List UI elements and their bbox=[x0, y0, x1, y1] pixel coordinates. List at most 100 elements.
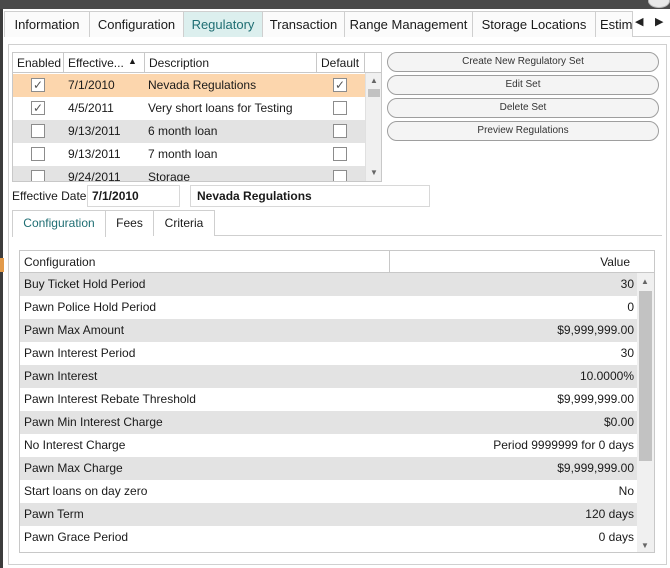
config-name: Pawn Min Interest Charge bbox=[24, 415, 163, 429]
main-tab-bar: Information Configuration Regulatory Tra… bbox=[4, 11, 670, 37]
effective-date-cell: 9/13/2011 bbox=[68, 147, 121, 161]
column-header-enabled[interactable]: Enabled bbox=[13, 53, 64, 73]
scroll-down-icon[interactable]: ▼ bbox=[641, 541, 649, 550]
configuration-grid: Configuration Value Buy Ticket Hold Peri… bbox=[19, 250, 655, 553]
enabled-checkbox[interactable]: ✓ bbox=[31, 101, 45, 115]
table-row[interactable]: Pawn Interest Rebate Threshold $9,999,999… bbox=[20, 388, 637, 411]
table-row[interactable]: Pawn Interest 10.0000% bbox=[20, 365, 637, 388]
table-row[interactable]: Buy Ticket Hold Period 30 bbox=[20, 273, 637, 296]
sets-grid-scrollbar[interactable]: ▲ ▼ bbox=[365, 73, 381, 181]
window-title-bar bbox=[0, 0, 670, 9]
description-cell: 7 month loan bbox=[148, 147, 218, 161]
config-value: No bbox=[618, 484, 634, 498]
scrollbar-thumb[interactable] bbox=[639, 291, 652, 461]
table-row[interactable]: Start loans on day zero No bbox=[20, 480, 637, 503]
default-checkbox[interactable] bbox=[333, 124, 347, 138]
table-row[interactable]: 9/13/2011 6 month loan bbox=[13, 120, 365, 143]
tab-estimate[interactable]: Estim bbox=[595, 11, 633, 37]
regulation-description-field[interactable]: Nevada Regulations bbox=[190, 185, 430, 207]
column-header-configuration[interactable]: Configuration bbox=[20, 251, 390, 273]
scrollbar-thumb[interactable] bbox=[368, 89, 380, 97]
configuration-grid-scrollbar[interactable]: ▲ ▼ bbox=[637, 273, 654, 552]
effective-date-label: Effective Date bbox=[12, 189, 87, 203]
column-header-value[interactable]: Value bbox=[390, 251, 634, 273]
config-name: Pawn Max Charge bbox=[24, 461, 123, 475]
config-name: Pawn Term bbox=[24, 507, 84, 521]
table-row[interactable]: No Interest Charge Period 9999999 for 0 d… bbox=[20, 434, 637, 457]
edit-set-button[interactable]: Edit Set bbox=[387, 75, 659, 95]
tab-scroll-left-icon[interactable]: ◀ bbox=[635, 15, 643, 28]
enabled-checkbox[interactable]: ✓ bbox=[31, 78, 45, 92]
scroll-up-icon[interactable]: ▲ bbox=[370, 76, 378, 85]
config-value: 10.0000% bbox=[579, 369, 634, 383]
tab-information[interactable]: Information bbox=[4, 11, 90, 37]
enabled-checkbox[interactable] bbox=[31, 147, 45, 161]
config-value: 30 bbox=[620, 346, 634, 360]
enabled-checkbox[interactable] bbox=[31, 124, 45, 138]
create-new-regulatory-set-button[interactable]: Create New Regulatory Set bbox=[387, 52, 659, 72]
config-name: Pawn Interest Period bbox=[24, 346, 136, 360]
config-value: Period 9999999 for 0 days bbox=[493, 438, 634, 452]
enabled-checkbox[interactable] bbox=[31, 170, 45, 181]
config-name: Start loans on day zero bbox=[24, 484, 148, 498]
tab-scroll-right-icon[interactable]: ▶ bbox=[655, 15, 663, 28]
config-value: $9,999,999.00 bbox=[557, 461, 634, 475]
tab-fees[interactable]: Fees bbox=[105, 210, 154, 236]
delete-set-button[interactable]: Delete Set bbox=[387, 98, 659, 118]
left-edge-strip bbox=[0, 9, 3, 568]
effective-date-cell: 9/24/2011 bbox=[68, 170, 121, 182]
effective-date-cell: 9/13/2011 bbox=[68, 124, 121, 138]
tab-configuration-sub[interactable]: Configuration bbox=[12, 210, 106, 237]
table-row[interactable]: Pawn Term 120 days bbox=[20, 503, 637, 526]
tab-storage-locations[interactable]: Storage Locations bbox=[472, 11, 596, 37]
window-corner-button[interactable] bbox=[648, 0, 670, 8]
regulatory-sets-grid: Enabled Effective... ▲ Description Defau… bbox=[12, 52, 382, 182]
config-name: Buy Ticket Hold Period bbox=[24, 277, 146, 291]
effective-date-cell: 4/5/2011 bbox=[68, 101, 114, 115]
table-row[interactable]: 9/24/2011 Storage bbox=[13, 166, 365, 182]
config-value: $9,999,999.00 bbox=[557, 323, 634, 337]
config-name: Pawn Interest bbox=[24, 369, 98, 383]
config-value: 0 days bbox=[598, 530, 634, 544]
sets-grid-header: Enabled Effective... ▲ Description Defau… bbox=[13, 53, 381, 73]
config-name: Pawn Max Amount bbox=[24, 323, 125, 337]
config-value: $9,999,999.00 bbox=[557, 392, 634, 406]
column-header-default[interactable]: Default bbox=[317, 53, 365, 73]
config-value: $0.00 bbox=[603, 415, 634, 429]
table-row[interactable]: ✓ 4/5/2011 Very short loans for Testing bbox=[13, 97, 365, 120]
table-row[interactable]: Pawn Grace Period 0 days bbox=[20, 526, 637, 549]
scroll-down-icon[interactable]: ▼ bbox=[370, 168, 378, 177]
config-value: 0 bbox=[627, 300, 634, 314]
table-row[interactable]: Pawn Min Interest Charge $0.00 bbox=[20, 411, 637, 434]
left-edge-marker bbox=[0, 258, 4, 272]
tab-criteria[interactable]: Criteria bbox=[153, 210, 215, 236]
default-checkbox[interactable] bbox=[333, 147, 347, 161]
table-row[interactable]: Pawn Police Hold Period 0 bbox=[20, 296, 637, 319]
sort-ascending-icon: ▲ bbox=[128, 56, 137, 66]
tab-transaction[interactable]: Transaction bbox=[262, 11, 345, 37]
preview-regulations-button[interactable]: Preview Regulations bbox=[387, 121, 659, 141]
description-cell: Storage bbox=[148, 170, 191, 182]
tab-regulatory[interactable]: Regulatory bbox=[183, 11, 263, 37]
table-row[interactable]: Pawn Interest Period 30 bbox=[20, 342, 637, 365]
default-checkbox[interactable] bbox=[333, 101, 347, 115]
description-cell: Very short loans for Testing bbox=[148, 101, 293, 115]
table-row[interactable]: ✓ 7/1/2010 Nevada Regulations ✓ bbox=[13, 74, 365, 97]
config-name: Pawn Interest Rebate Threshold bbox=[24, 392, 196, 406]
sub-tab-bar: Configuration Fees Criteria bbox=[12, 210, 662, 237]
default-checkbox[interactable]: ✓ bbox=[333, 78, 347, 92]
config-name: No Interest Charge bbox=[24, 438, 126, 452]
table-row[interactable]: 9/13/2011 7 month loan bbox=[13, 143, 365, 166]
default-checkbox[interactable] bbox=[333, 170, 347, 181]
table-row[interactable]: Pawn Max Amount $9,999,999.00 bbox=[20, 319, 637, 342]
description-cell: 6 month loan bbox=[148, 124, 218, 138]
scroll-up-icon[interactable]: ▲ bbox=[641, 277, 649, 286]
column-header-description[interactable]: Description bbox=[145, 53, 317, 73]
tab-range-management[interactable]: Range Management bbox=[344, 11, 473, 37]
config-value: 120 days bbox=[585, 507, 634, 521]
effective-date-cell: 7/1/2010 bbox=[68, 78, 115, 92]
effective-date-field[interactable]: 7/1/2010 bbox=[87, 185, 180, 207]
table-row[interactable]: Pawn Max Charge $9,999,999.00 bbox=[20, 457, 637, 480]
tab-configuration[interactable]: Configuration bbox=[89, 11, 184, 37]
configuration-grid-header: Configuration Value bbox=[20, 251, 654, 273]
